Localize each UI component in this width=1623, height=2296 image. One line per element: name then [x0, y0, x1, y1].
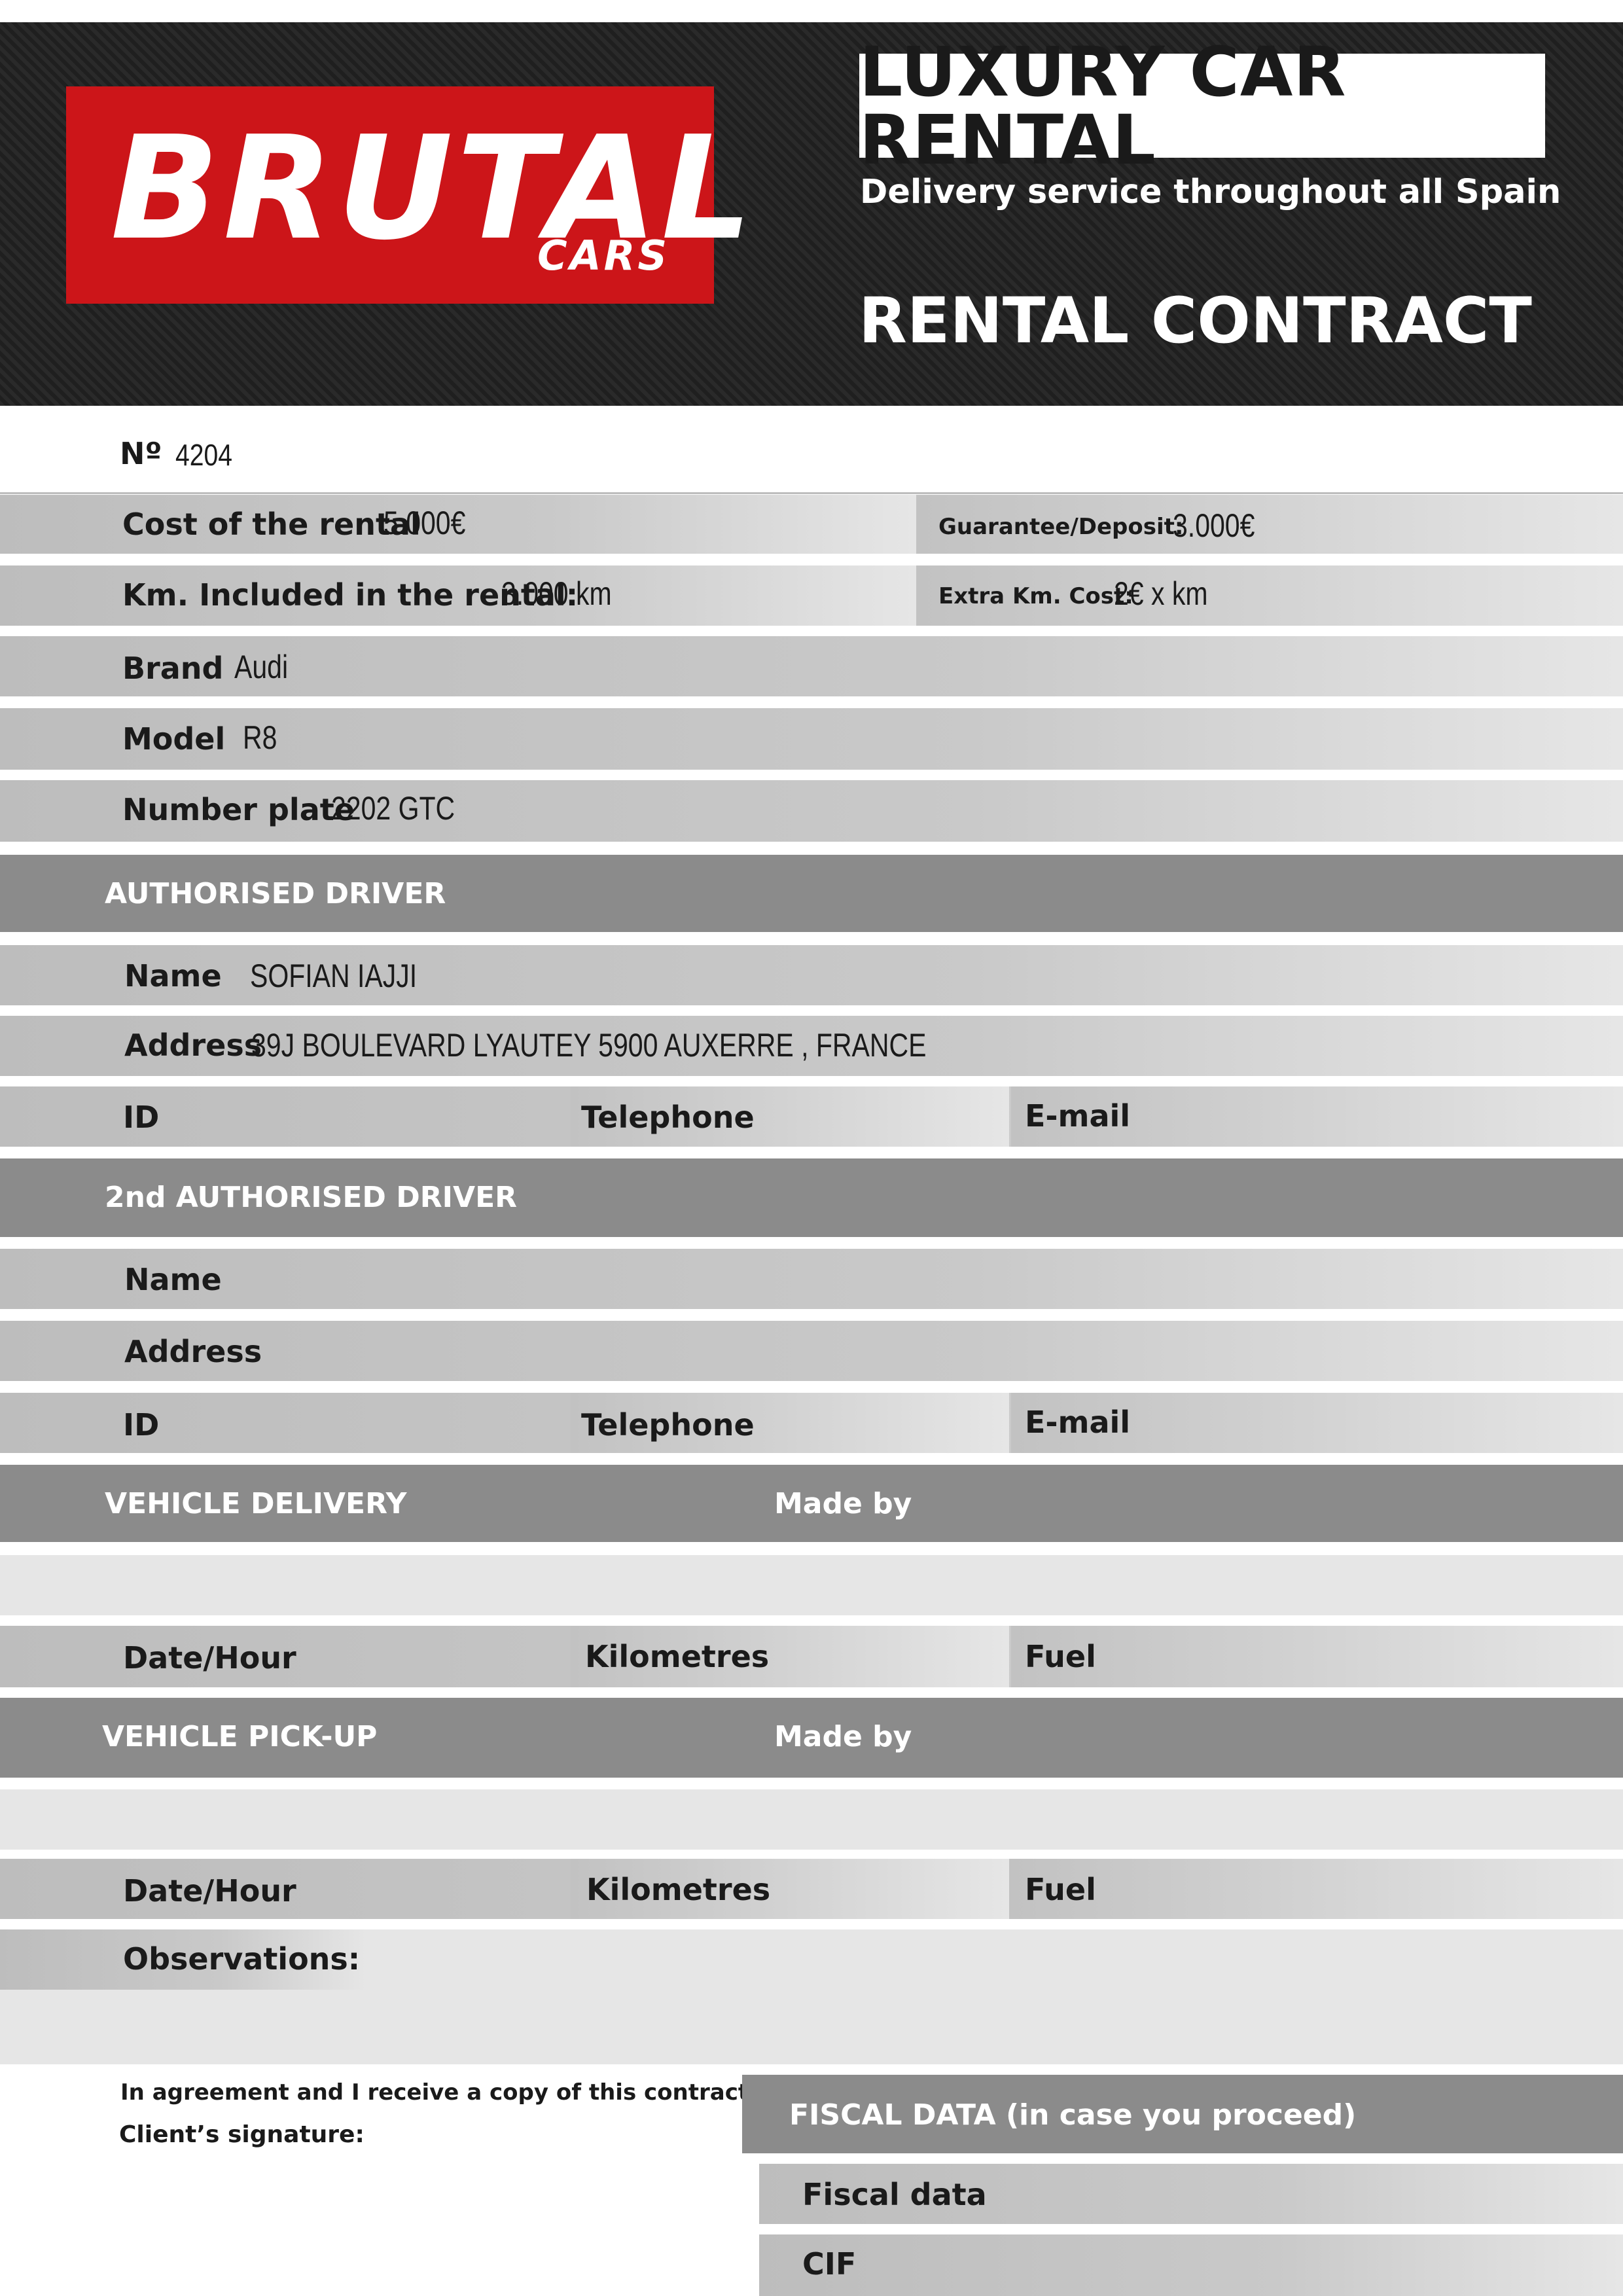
brand-label: Brand: [122, 651, 224, 686]
pickup-made-by-label: Made by: [774, 1720, 912, 1753]
contract-number-value[interactable]: 4204: [175, 440, 232, 470]
section-title-vehicle-pickup: VEHICLE PICK-UP: [102, 1720, 378, 1753]
driver2-id-label: ID: [123, 1407, 160, 1443]
logo-subtext: CARS: [537, 232, 669, 279]
driver2-name-row: [0, 1249, 1623, 1309]
brand-logo: BRUTAL CARS: [66, 86, 752, 304]
driver-telephone-label: Telephone: [581, 1100, 755, 1135]
signature-label: Client’s signature:: [119, 2121, 365, 2148]
delivery-blank-row[interactable]: [0, 1555, 1623, 1615]
section-title-authorised-driver: AUTHORISED DRIVER: [105, 877, 446, 910]
pickup-blank-row[interactable]: [0, 1789, 1623, 1850]
observations-label: Observations:: [123, 1941, 361, 1977]
driver2-name-label: Name: [124, 1262, 222, 1297]
driver-name-label: Name: [124, 958, 222, 994]
driver-id-label: ID: [123, 1100, 160, 1135]
driver-address-label: Address: [124, 1028, 262, 1063]
extra-km-value[interactable]: 2€ x km: [1114, 577, 1208, 610]
cif-label: CIF: [802, 2246, 857, 2282]
pickup-fuel-cell: [1009, 1859, 1623, 1919]
pickup-fuel-label: Fuel: [1025, 1872, 1096, 1907]
divider: [0, 492, 1623, 494]
km-value[interactable]: 3.000 km: [501, 577, 612, 610]
deposit-value[interactable]: 3.000€: [1173, 509, 1255, 542]
driver-name-value[interactable]: SOFIAN IAJJI: [250, 960, 417, 992]
service-badge: LUXURY CAR RENTAL: [859, 38, 1545, 174]
agreement-text: In agreement and I receive a copy of thi…: [120, 2079, 758, 2106]
fiscal-data-label: Fiscal data: [802, 2177, 987, 2212]
brand-value[interactable]: Audi: [234, 651, 288, 683]
pickup-km-label: Kilometres: [586, 1872, 771, 1907]
plate-label: Number plate: [122, 792, 355, 827]
driver-address-value[interactable]: 39J BOULEVARD LYAUTEY 5900 AUXERRE , FRA…: [251, 1029, 926, 1062]
delivery-fuel-label: Fuel: [1025, 1639, 1096, 1674]
service-badge-text: LUXURY CAR RENTAL: [859, 31, 1347, 180]
pickup-date-label: Date/Hour: [123, 1873, 296, 1909]
extra-km-label: Extra Km. Cost:: [938, 583, 1133, 609]
cif-row: [759, 2234, 1623, 2296]
section-title-vehicle-delivery: VEHICLE DELIVERY: [105, 1487, 407, 1520]
driver-email-label: E-mail: [1025, 1098, 1131, 1134]
cost-label: Cost of the rental: [122, 507, 421, 542]
driver-name-row: [0, 945, 1623, 1005]
delivery-fuel-cell: [1011, 1626, 1623, 1687]
cost-value[interactable]: 5.000€: [383, 507, 465, 539]
delivery-date-label: Date/Hour: [123, 1640, 296, 1676]
document-title: RENTAL CONTRACT: [859, 284, 1532, 357]
delivery-km-label: Kilometres: [585, 1639, 770, 1674]
driver2-address-label: Address: [124, 1334, 262, 1369]
driver2-email-label: E-mail: [1025, 1405, 1131, 1440]
model-value[interactable]: R8: [243, 721, 277, 754]
contract-number-label: Nº: [120, 436, 162, 471]
model-label: Model: [122, 721, 226, 757]
tagline: Delivery service throughout all Spain: [860, 173, 1561, 211]
deposit-label: Guarantee/Deposit:: [938, 514, 1184, 540]
driver2-telephone-label: Telephone: [581, 1407, 755, 1443]
delivery-made-by-label: Made by: [774, 1487, 912, 1520]
plate-value[interactable]: 2202 GTC: [331, 792, 455, 825]
section-title-fiscal-data: FISCAL DATA (in case you proceed): [789, 2098, 1357, 2132]
section-title-second-driver: 2nd AUTHORISED DRIVER: [105, 1181, 518, 1214]
